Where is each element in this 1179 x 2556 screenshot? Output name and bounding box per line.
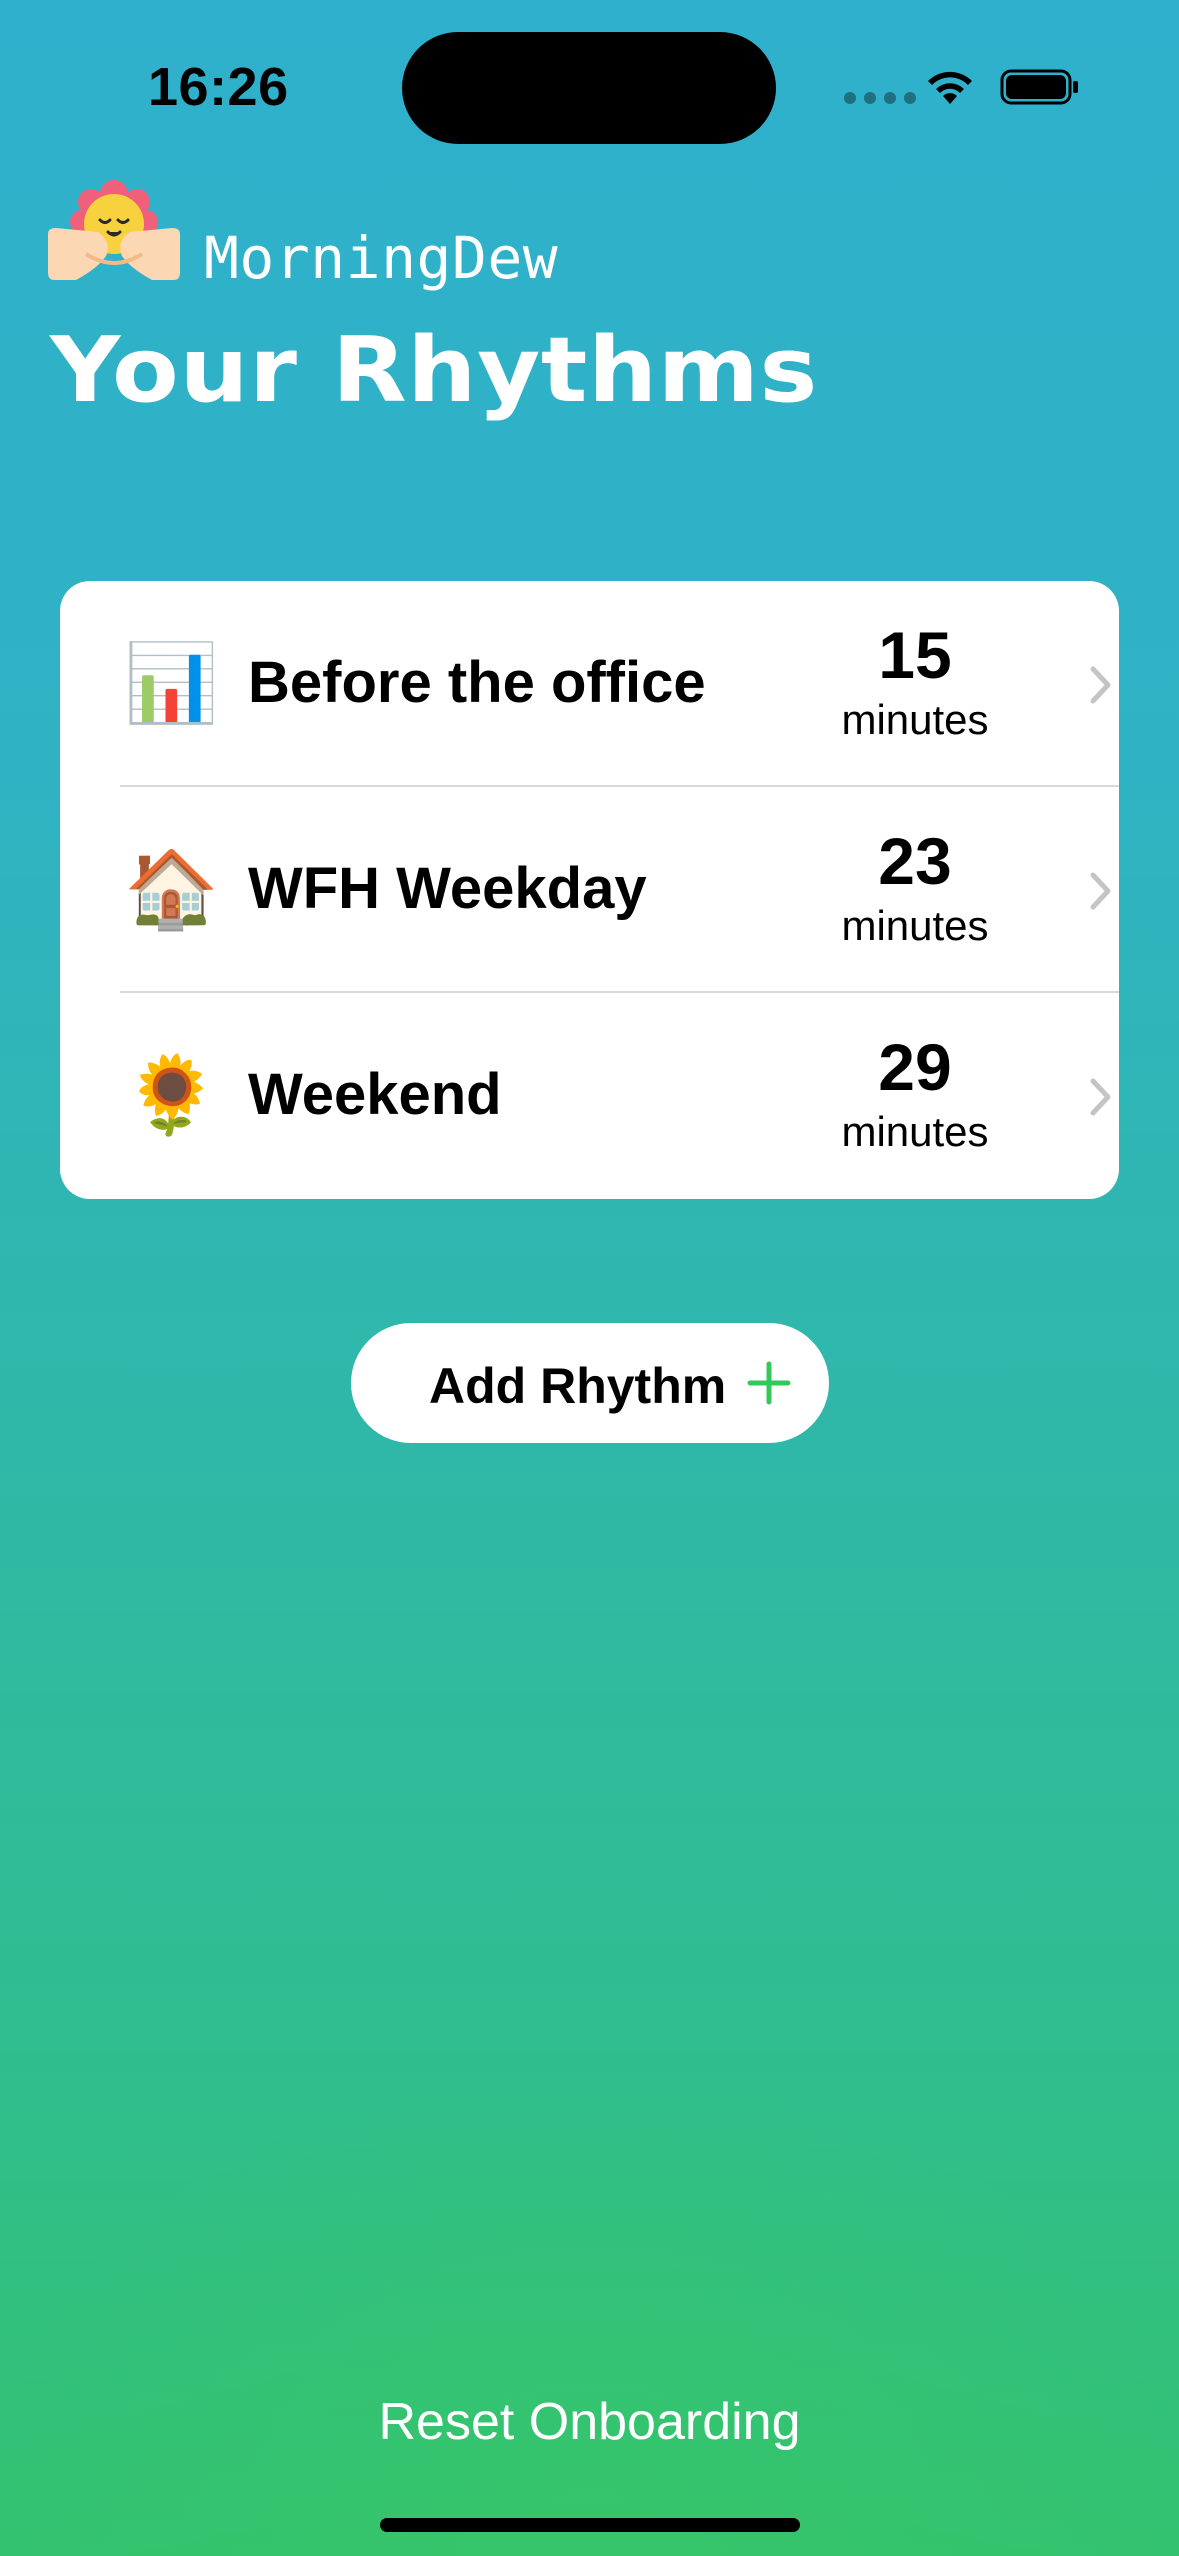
rhythm-row-weekend[interactable]: 🌻 Weekend 29 minutes xyxy=(60,993,1119,1199)
app-name: MorningDew xyxy=(204,224,559,292)
rhythm-duration: 29 minutes xyxy=(800,1027,1030,1157)
rhythm-minutes-unit: minutes xyxy=(841,902,989,949)
house-icon: 🏠 xyxy=(124,847,219,932)
status-time: 16:26 xyxy=(148,57,289,117)
page-title: Your Rhythms xyxy=(50,318,818,423)
rhythm-minutes-value: 23 xyxy=(878,824,952,898)
chevron-right-icon xyxy=(1090,666,1111,704)
rhythm-minutes-unit: minutes xyxy=(841,1108,989,1155)
sun-in-hands-icon xyxy=(48,180,180,280)
rhythm-minutes-unit: minutes xyxy=(841,696,989,743)
cellular-signal-icon xyxy=(844,92,916,104)
rhythms-list: 📊 Before the office 15 minutes 🏠 WFH Wee… xyxy=(60,581,1119,1199)
sunflower-icon: 🌻 xyxy=(124,1053,219,1138)
plus-icon xyxy=(747,1361,791,1405)
rhythm-minutes-value: 29 xyxy=(878,1030,952,1104)
rhythm-row-wfh-weekday[interactable]: 🏠 WFH Weekday 23 minutes xyxy=(60,787,1119,993)
rhythm-row-before-the-office[interactable]: 📊 Before the office 15 minutes xyxy=(60,581,1119,787)
rhythm-name: Weekend xyxy=(248,1062,502,1127)
rhythm-minutes-value: 15 xyxy=(878,618,952,692)
wifi-icon xyxy=(928,71,972,104)
reset-onboarding-button[interactable]: Reset Onboarding xyxy=(0,2392,1179,2452)
chevron-right-icon xyxy=(1090,872,1111,910)
rhythm-name: Before the office xyxy=(248,650,706,715)
dynamic-island xyxy=(402,32,776,144)
add-rhythm-button[interactable]: Add Rhythm xyxy=(351,1323,829,1443)
battery-icon xyxy=(1000,69,1078,105)
add-rhythm-label: Add Rhythm xyxy=(429,1358,727,1414)
chevron-right-icon xyxy=(1090,1078,1111,1116)
bar-chart-icon: 📊 xyxy=(124,641,219,726)
rhythm-duration: 15 minutes xyxy=(800,615,1030,745)
rhythm-name: WFH Weekday xyxy=(248,856,647,921)
rhythm-duration: 23 minutes xyxy=(800,821,1030,951)
home-indicator xyxy=(380,2518,800,2532)
